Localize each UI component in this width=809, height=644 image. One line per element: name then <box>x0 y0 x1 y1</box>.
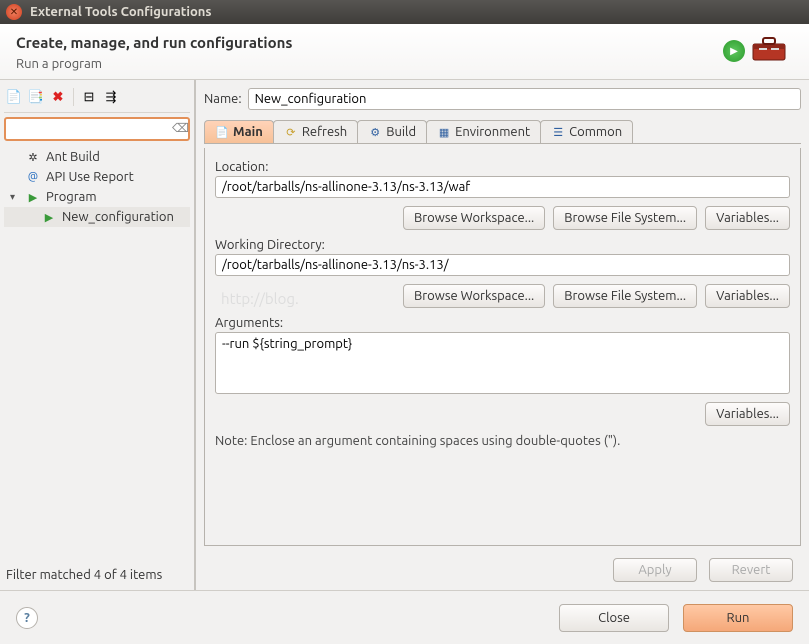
tab-refresh[interactable]: ⟳Refresh <box>273 120 358 143</box>
tab-bar: 📄Main ⟳Refresh ⚙Build ▦Environment ☰Comm… <box>204 120 801 144</box>
tree-item-new-configuration[interactable]: ▶ New_configuration <box>4 207 190 227</box>
duplicate-icon[interactable]: 📑 <box>26 88 46 106</box>
apply-button[interactable]: Apply <box>613 558 697 582</box>
main-panel: Name: 📄Main ⟳Refresh ⚙Build ▦Environment… <box>196 80 809 590</box>
name-label: Name: <box>204 92 242 106</box>
tree-label: API Use Report <box>46 170 134 184</box>
apply-revert-row: Apply Revert <box>204 550 801 586</box>
config-tree[interactable]: ✲ Ant Build @ API Use Report ▾ ▶ Program… <box>4 147 190 564</box>
refresh-icon: ⟳ <box>284 125 298 139</box>
args-label: Arguments: <box>215 316 790 330</box>
arguments-note: Note: Enclose an argument containing spa… <box>215 434 790 448</box>
toolbox-icon <box>749 34 789 67</box>
tab-common[interactable]: ☰Common <box>540 120 633 143</box>
filter-icon[interactable]: ⇶ <box>101 88 121 106</box>
tree-label: New_configuration <box>62 210 174 224</box>
tree-item-program[interactable]: ▾ ▶ Program <box>4 187 190 207</box>
run-icon: ▶ <box>723 40 745 62</box>
new-config-icon[interactable]: 📄 <box>4 88 24 106</box>
variables-button-2[interactable]: Variables... <box>705 284 790 308</box>
bottom-bar: ? Close Run <box>0 590 809 644</box>
help-button[interactable]: ? <box>16 607 38 629</box>
browse-workspace-button[interactable]: Browse Workspace... <box>403 206 545 230</box>
tab-main[interactable]: 📄Main <box>204 120 274 143</box>
close-button[interactable]: Close <box>559 604 669 632</box>
browse-filesystem-button[interactable]: Browse File System... <box>553 206 697 230</box>
location-label: Location: <box>215 160 790 174</box>
ant-icon: ✲ <box>26 150 40 164</box>
revert-button[interactable]: Revert <box>709 558 793 582</box>
program-icon: ▶ <box>26 190 40 204</box>
filter-input[interactable] <box>4 117 190 141</box>
variables-button-3[interactable]: Variables... <box>705 402 790 426</box>
tree-label: Program <box>46 190 97 204</box>
arguments-input[interactable] <box>215 332 790 394</box>
run-button[interactable]: Run <box>683 604 793 632</box>
variables-button[interactable]: Variables... <box>705 206 790 230</box>
tree-item-api[interactable]: @ API Use Report <box>4 167 190 187</box>
program-icon: ▶ <box>42 210 56 224</box>
tree-label: Ant Build <box>46 150 100 164</box>
common-icon: ☰ <box>551 125 565 139</box>
wd-input[interactable] <box>215 254 790 276</box>
name-input[interactable] <box>248 88 801 110</box>
api-icon: @ <box>26 170 40 184</box>
sidebar-toolbar: 📄 📑 ✖ ⊟ ⇶ <box>4 86 190 113</box>
titlebar: ✕ External Tools Configurations <box>0 0 809 24</box>
browse-workspace-button-2[interactable]: Browse Workspace... <box>403 284 545 308</box>
clear-filter-icon[interactable]: ⌫ <box>172 121 186 135</box>
header-title: Create, manage, and run configurations <box>16 34 293 51</box>
window-close-button[interactable]: ✕ <box>6 4 22 20</box>
header: Create, manage, and run configurations R… <box>0 24 809 80</box>
browse-filesystem-button-2[interactable]: Browse File System... <box>553 284 697 308</box>
tab-main-panel: Location: Browse Workspace... Browse Fil… <box>204 148 801 546</box>
doc-icon: 📄 <box>215 125 229 139</box>
filter-status: Filter matched 4 of 4 items <box>4 564 190 586</box>
location-input[interactable] <box>215 176 790 198</box>
window-title: External Tools Configurations <box>30 5 212 19</box>
tab-environment[interactable]: ▦Environment <box>426 120 541 143</box>
tree-item-ant[interactable]: ✲ Ant Build <box>4 147 190 167</box>
header-subtitle: Run a program <box>16 57 293 71</box>
watermark: http://blog. <box>221 290 299 307</box>
expand-icon[interactable]: ▾ <box>10 191 20 203</box>
tab-build[interactable]: ⚙Build <box>357 120 427 143</box>
sidebar: 📄 📑 ✖ ⊟ ⇶ ⌫ ✲ Ant Build @ API Use Report… <box>0 80 196 590</box>
delete-icon[interactable]: ✖ <box>48 88 68 106</box>
collapse-icon[interactable]: ⊟ <box>79 88 99 106</box>
environment-icon: ▦ <box>437 125 451 139</box>
build-icon: ⚙ <box>368 125 382 139</box>
wd-label: Working Directory: <box>215 238 790 252</box>
